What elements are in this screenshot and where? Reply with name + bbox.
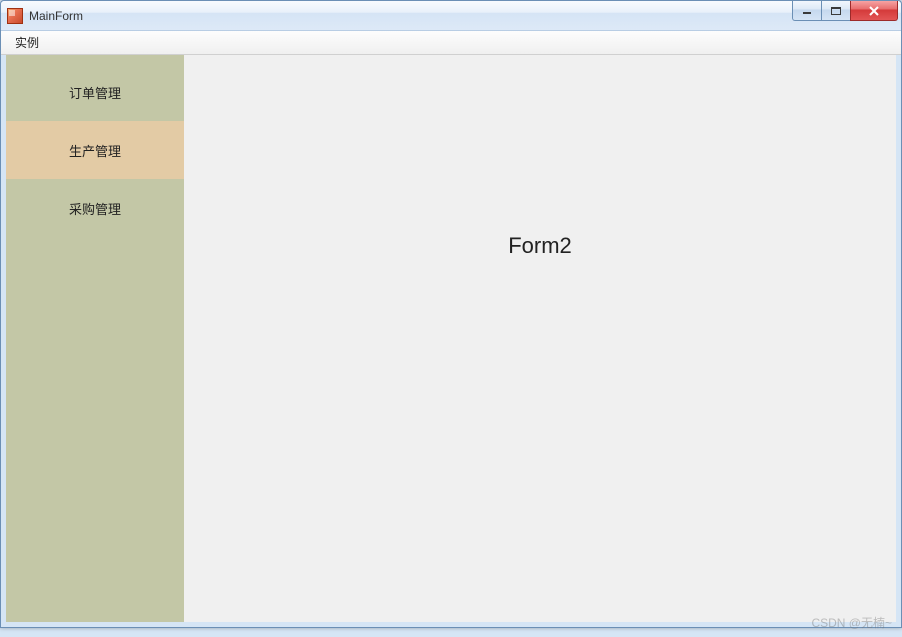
menu-item-instance[interactable]: 实例: [7, 32, 47, 53]
sidebar-item-label: 订单管理: [69, 83, 121, 102]
sidebar-item-orders[interactable]: 订单管理: [6, 63, 184, 121]
minimize-icon: [802, 7, 812, 15]
sidebar-item-label: 生产管理: [69, 141, 121, 160]
content-heading: Form2: [508, 233, 572, 259]
app-icon: [7, 8, 23, 24]
sidebar-item-production[interactable]: 生产管理: [6, 121, 184, 179]
maximize-button[interactable]: [821, 1, 851, 21]
window-title: MainForm: [29, 9, 793, 23]
minimize-button[interactable]: [792, 1, 822, 21]
close-button[interactable]: [850, 1, 898, 21]
titlebar[interactable]: MainForm: [1, 1, 901, 31]
content-area: Form2: [184, 55, 896, 622]
sidebar-item-label: 采购管理: [69, 199, 121, 218]
client-area: 订单管理 生产管理 采购管理 Form2: [1, 55, 901, 627]
close-icon: [868, 6, 880, 16]
main-window: MainForm 实例 订单管理 生产管理: [0, 0, 902, 628]
sidebar: 订单管理 生产管理 采购管理: [6, 55, 184, 622]
maximize-icon: [831, 7, 841, 15]
window-controls: [793, 1, 901, 30]
menubar: 实例: [1, 31, 901, 55]
sidebar-item-purchase[interactable]: 采购管理: [6, 179, 184, 237]
